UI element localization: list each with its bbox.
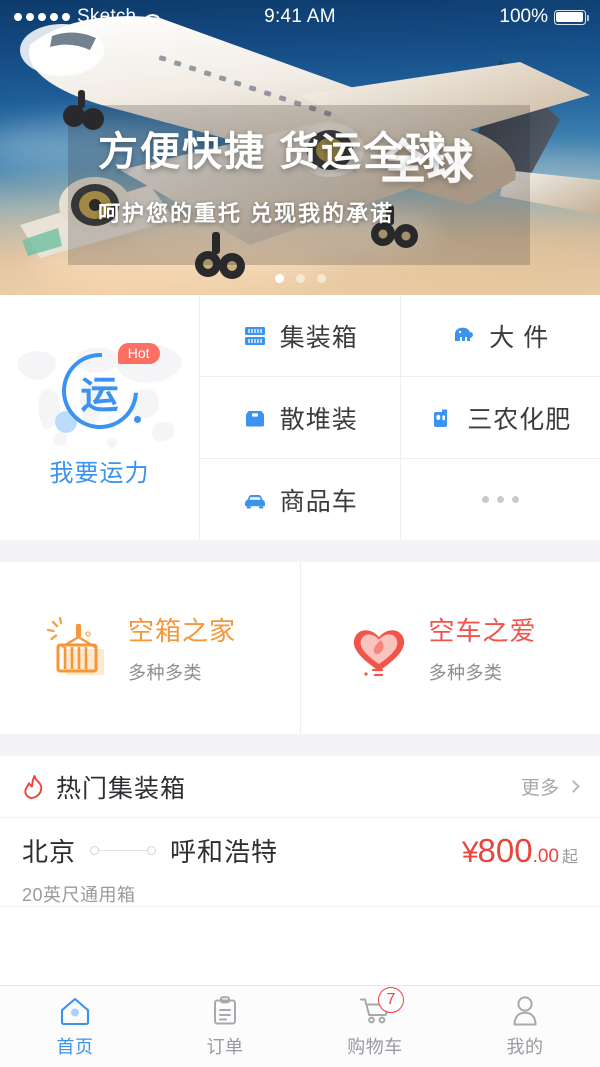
carousel-dot[interactable] bbox=[295, 274, 305, 283]
battery-full-icon bbox=[554, 9, 590, 25]
category-label: 散堆装 bbox=[279, 405, 358, 434]
container-crane-icon bbox=[44, 614, 112, 682]
category-item-more[interactable] bbox=[399, 459, 600, 540]
tab-profile[interactable]: 我的 bbox=[450, 986, 600, 1067]
promo-card-empty-container[interactable]: 空箱之家 多种多类 bbox=[0, 562, 300, 734]
bottom-tab-bar: 首页 订单 7 购物车 我的 bbox=[0, 985, 600, 1067]
route-connector-icon bbox=[90, 846, 157, 855]
route-origin: 北京 bbox=[22, 837, 77, 867]
category-item-bulk[interactable]: 散堆装 bbox=[200, 377, 400, 458]
app-screen: 全球 方便快捷 货运全球 呵护您的重托 兑现我的承诺 Sketch 9:41 A… bbox=[0, 0, 600, 1067]
tab-orders[interactable]: 订单 bbox=[150, 986, 300, 1067]
carrier-name: Sketch bbox=[77, 6, 137, 27]
category-item-oversized[interactable]: 大 件 bbox=[399, 295, 600, 376]
tab-label: 订单 bbox=[206, 1037, 244, 1057]
carousel-dots[interactable] bbox=[0, 274, 600, 283]
route-spec: 20英尺通用箱 bbox=[22, 885, 136, 905]
price-suffix: 起 bbox=[561, 849, 578, 866]
more-link[interactable]: 更多 bbox=[520, 773, 580, 800]
user-icon bbox=[508, 994, 542, 1028]
route-list-item[interactable]: 北京 呼和浩特 ¥ 800 .00 起 20英尺通用箱 bbox=[0, 818, 600, 906]
quick-entry-char: 运 bbox=[80, 374, 119, 417]
bulk-box-icon bbox=[242, 405, 268, 431]
home-icon bbox=[58, 994, 92, 1028]
wifi-icon bbox=[143, 10, 162, 24]
route-price: ¥ 800 .00 起 bbox=[462, 832, 578, 870]
elephant-icon bbox=[451, 323, 477, 349]
category-cells: 集装箱 大 件 散堆装 三农化肥 商品车 bbox=[200, 295, 600, 540]
hero-subtitle: 呵护您的重托 兑现我的承诺 bbox=[98, 201, 395, 226]
price-currency: ¥ bbox=[461, 836, 479, 869]
section-divider bbox=[0, 540, 600, 562]
section-divider bbox=[0, 734, 600, 756]
tab-label: 购物车 bbox=[347, 1037, 403, 1057]
signal-dots-icon bbox=[14, 13, 70, 21]
status-bar-clock: 9:41 AM bbox=[264, 6, 336, 27]
promo-text: 空车之爱 多种多类 bbox=[429, 611, 537, 685]
promo-subtitle: 多种多类 bbox=[428, 663, 503, 683]
cart-badge: 7 bbox=[378, 987, 404, 1013]
category-grid-section: 运 Hot 我要运力 集装箱 大 件 散堆装 三农化肥 商品车 bbox=[0, 295, 600, 540]
promo-title: 空箱之家 bbox=[128, 616, 237, 646]
flame-icon bbox=[22, 774, 46, 800]
more-label: 更多 bbox=[520, 778, 559, 799]
promo-cards-section: 空箱之家 多种多类 空车之爱 多种多类 bbox=[0, 562, 600, 734]
heart-icon bbox=[345, 614, 413, 682]
category-row: 商品车 bbox=[200, 458, 600, 540]
category-label: 商品车 bbox=[279, 487, 358, 516]
carousel-dot-active[interactable] bbox=[274, 274, 284, 283]
cart-icon: 7 bbox=[358, 987, 404, 1028]
transport-ring-icon: 运 Hot bbox=[45, 337, 160, 445]
hot-badge: Hot bbox=[117, 343, 160, 364]
category-label: 三农化肥 bbox=[467, 405, 572, 434]
status-bar-right: 100% bbox=[386, 6, 590, 28]
tab-cart[interactable]: 7 购物车 bbox=[300, 986, 450, 1067]
category-row: 集装箱 大 件 bbox=[200, 295, 600, 376]
car-icon bbox=[242, 487, 268, 513]
category-label: 大 件 bbox=[489, 323, 550, 352]
tab-label: 我的 bbox=[506, 1037, 544, 1057]
list-bottom-space bbox=[0, 907, 600, 949]
promo-subtitle: 多种多类 bbox=[128, 663, 202, 683]
tab-home[interactable]: 首页 bbox=[0, 986, 150, 1067]
battery-percent-label: 100% bbox=[499, 6, 548, 27]
status-bar: Sketch 9:41 AM 100% bbox=[0, 0, 600, 34]
chevron-right-icon bbox=[567, 780, 580, 793]
category-item-fertilizer[interactable]: 三农化肥 bbox=[399, 377, 600, 458]
category-label: 集装箱 bbox=[279, 323, 358, 352]
more-dots-icon bbox=[481, 496, 519, 503]
hot-section-title: 热门集装箱 bbox=[56, 774, 187, 803]
hot-section-header: 热门集装箱 更多 bbox=[0, 756, 600, 818]
category-item-vehicle[interactable]: 商品车 bbox=[200, 459, 400, 540]
category-item-container[interactable]: 集装箱 bbox=[200, 295, 400, 376]
promo-card-empty-truck[interactable]: 空车之爱 多种多类 bbox=[299, 562, 600, 734]
price-decimal: .00 bbox=[532, 846, 559, 867]
carousel-dot[interactable] bbox=[316, 274, 326, 283]
container-icon bbox=[242, 323, 268, 349]
hero-banner-carousel[interactable]: 全球 方便快捷 货运全球 呵护您的重托 兑现我的承诺 bbox=[0, 0, 600, 295]
clipboard-icon bbox=[208, 994, 242, 1028]
category-row: 散堆装 三农化肥 bbox=[200, 376, 600, 458]
status-bar-left: Sketch bbox=[14, 6, 214, 28]
tab-label: 首页 bbox=[56, 1037, 94, 1057]
route-destination: 呼和浩特 bbox=[170, 837, 279, 867]
fertilizer-jug-icon bbox=[429, 405, 455, 431]
promo-title: 空车之爱 bbox=[428, 616, 537, 646]
hero-title: 方便快捷 货运全球 bbox=[98, 130, 448, 174]
promo-text: 空箱之家 多种多类 bbox=[128, 611, 236, 685]
quick-entry-transport[interactable]: 运 Hot 我要运力 bbox=[0, 295, 200, 540]
price-integer: 800 bbox=[477, 832, 533, 869]
